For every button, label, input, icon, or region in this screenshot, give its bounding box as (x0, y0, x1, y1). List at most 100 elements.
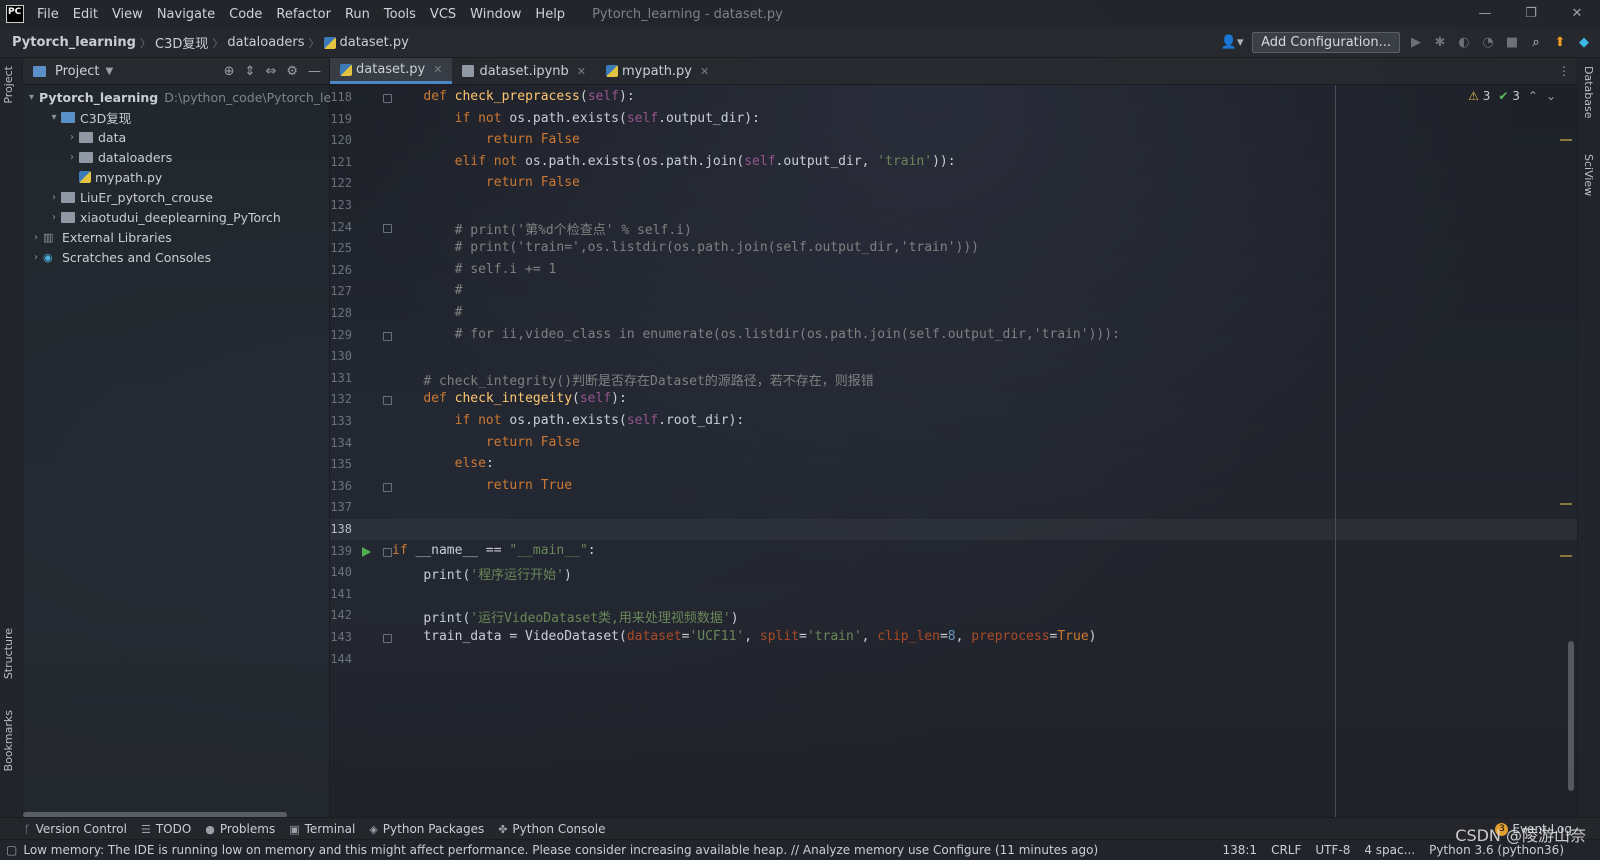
hide-panel-icon[interactable]: — (308, 64, 321, 79)
line-number[interactable]: 144 (330, 652, 352, 666)
add-configuration-button[interactable]: Add Configuration... (1252, 32, 1400, 53)
close-window-button[interactable]: ✕ (1554, 0, 1600, 28)
line-number[interactable]: 132 (330, 392, 352, 406)
line-separator[interactable]: CRLF (1271, 843, 1301, 857)
chevron-right-icon[interactable]: › (29, 252, 43, 263)
line-number[interactable]: 143 (330, 630, 352, 644)
menu-tools[interactable]: Tools (377, 7, 423, 22)
code-editor[interactable]: 118 119 120 121 122 123 124 125 126 127 128 129 130 1… (330, 85, 1578, 818)
line-number[interactable]: 121 (330, 155, 352, 169)
chevron-right-icon[interactable]: › (65, 152, 79, 163)
menu-refactor[interactable]: Refactor (269, 7, 338, 22)
vertical-scrollbar[interactable] (1568, 641, 1574, 791)
project-tool-tab[interactable]: Project (2, 66, 15, 104)
breadcrumb-folder-c3d[interactable]: C3D复现 (151, 33, 212, 52)
minimize-button[interactable]: — (1462, 0, 1508, 28)
close-tab-icon[interactable]: ✕ (700, 65, 709, 78)
line-number[interactable]: 118 (330, 90, 352, 104)
run-icon[interactable]: ▶ (1408, 35, 1424, 51)
tree-item[interactable]: › LiuEr_pytorch_crouse (23, 187, 329, 207)
line-number[interactable]: 136 (330, 479, 352, 493)
tree-item[interactable]: › xiaotudui_deeplearning_PyTorch (23, 207, 329, 227)
python-packages-tab[interactable]: ◈ Python Packages (369, 822, 484, 836)
line-number[interactable]: 127 (330, 284, 352, 298)
caret-position[interactable]: 138:1 (1222, 843, 1257, 857)
version-control-tab[interactable]: ᚴ Version Control (24, 822, 127, 836)
jetbrains-toolbox-icon[interactable]: ◆ (1576, 35, 1592, 51)
line-number[interactable]: 123 (330, 198, 352, 212)
tree-item[interactable]: mypath.py (23, 167, 329, 187)
expand-all-icon[interactable]: ⇕ (245, 64, 256, 79)
chevron-right-icon[interactable]: › (47, 192, 61, 203)
line-number[interactable]: 129 (330, 328, 352, 342)
tab-dataset-ipynb[interactable]: dataset.ipynb ✕ (452, 58, 596, 84)
fold-marker-icon[interactable] (383, 634, 392, 643)
tree-item[interactable]: › ◉ Scratches and Consoles (23, 247, 329, 267)
indent-setting[interactable]: 4 spac... (1364, 843, 1415, 857)
tab-mypath-py[interactable]: mypath.py ✕ (596, 58, 719, 84)
fold-marker-icon[interactable] (383, 482, 392, 492)
fold-marker-icon[interactable] (383, 396, 392, 406)
inspection-widget[interactable]: ⚠ 3 ✔ 3 ⌃ ⌄ (1468, 89, 1556, 103)
line-number[interactable]: 130 (330, 349, 352, 363)
line-number[interactable]: 128 (330, 306, 352, 320)
tree-item[interactable]: › ▥ External Libraries (23, 227, 329, 247)
fold-marker-icon[interactable] (383, 547, 392, 557)
tab-dataset-py[interactable]: dataset.py ✕ (330, 58, 453, 84)
menu-view[interactable]: View (105, 7, 150, 22)
menu-vcs[interactable]: VCS (423, 7, 463, 22)
fold-marker-icon[interactable] (383, 331, 392, 341)
line-number[interactable]: 126 (330, 263, 352, 277)
tree-item[interactable]: ▾ C3D复现 (23, 107, 329, 127)
menu-file[interactable]: File (30, 7, 66, 22)
profile-icon[interactable]: ◔ (1480, 35, 1496, 51)
database-tool-tab[interactable]: Database (1582, 66, 1595, 119)
sciview-tool-tab[interactable]: SciView (1582, 154, 1595, 196)
locate-file-icon[interactable]: ⊕ (224, 64, 235, 79)
search-icon[interactable]: ⌕ (1528, 35, 1544, 51)
status-message[interactable]: ▢ Low memory: The IDE is running low on m… (6, 843, 1098, 857)
chevron-right-icon[interactable]: › (47, 212, 61, 223)
close-tab-icon[interactable]: ✕ (577, 65, 586, 78)
fold-marker-icon[interactable] (383, 94, 392, 103)
menu-navigate[interactable]: Navigate (150, 7, 222, 22)
more-tabs-icon[interactable]: ⋮ (1558, 58, 1570, 84)
line-number[interactable]: 131 (330, 371, 352, 385)
chevron-down-icon[interactable]: ▾ (47, 112, 61, 123)
structure-tool-tab[interactable]: Structure (2, 628, 15, 679)
file-encoding[interactable]: UTF-8 (1315, 843, 1350, 857)
restore-button[interactable]: ❐ (1508, 0, 1554, 28)
line-number[interactable]: 137 (330, 500, 352, 514)
stop-icon[interactable]: ■ (1504, 35, 1520, 51)
line-number[interactable]: 140 (330, 565, 352, 579)
line-number[interactable]: 135 (330, 457, 352, 471)
chevron-right-icon[interactable]: › (65, 132, 79, 143)
run-gutter-icon[interactable] (362, 546, 371, 557)
line-number[interactable]: 119 (330, 112, 352, 126)
line-number[interactable]: 142 (330, 608, 352, 622)
line-number[interactable]: 124 (330, 220, 352, 234)
menu-run[interactable]: Run (338, 7, 377, 22)
breadcrumb-file[interactable]: dataset.py (320, 35, 413, 50)
line-number[interactable]: 134 (330, 436, 352, 450)
line-number[interactable]: 141 (330, 587, 352, 601)
line-number[interactable]: 139 (330, 544, 352, 558)
chevron-right-icon[interactable]: › (29, 232, 43, 243)
project-panel-title[interactable]: Project (55, 64, 99, 79)
problems-tab[interactable]: ● Problems (205, 822, 275, 836)
tree-item[interactable]: › data (23, 127, 329, 147)
breadcrumb-folder-dataloaders[interactable]: dataloaders (223, 35, 308, 50)
todo-tab[interactable]: ☰ TODO (141, 822, 191, 836)
tree-item[interactable]: ▾ Pytorch_learning D:\python_code\Pytorch_… (23, 87, 331, 107)
collapse-all-icon[interactable]: ⇔ (265, 64, 276, 79)
menu-help[interactable]: Help (528, 7, 572, 22)
line-number[interactable]: 138 (330, 522, 352, 536)
menu-edit[interactable]: Edit (66, 7, 105, 22)
menu-code[interactable]: Code (222, 7, 269, 22)
update-icon[interactable]: ⬆ (1552, 35, 1568, 51)
gear-icon[interactable]: ⚙ (286, 64, 298, 79)
tree-item[interactable]: › dataloaders (23, 147, 329, 167)
bookmarks-tool-tab[interactable]: Bookmarks (2, 710, 15, 771)
python-console-tab[interactable]: ✤ Python Console (498, 822, 605, 836)
line-number[interactable]: 120 (330, 133, 352, 147)
